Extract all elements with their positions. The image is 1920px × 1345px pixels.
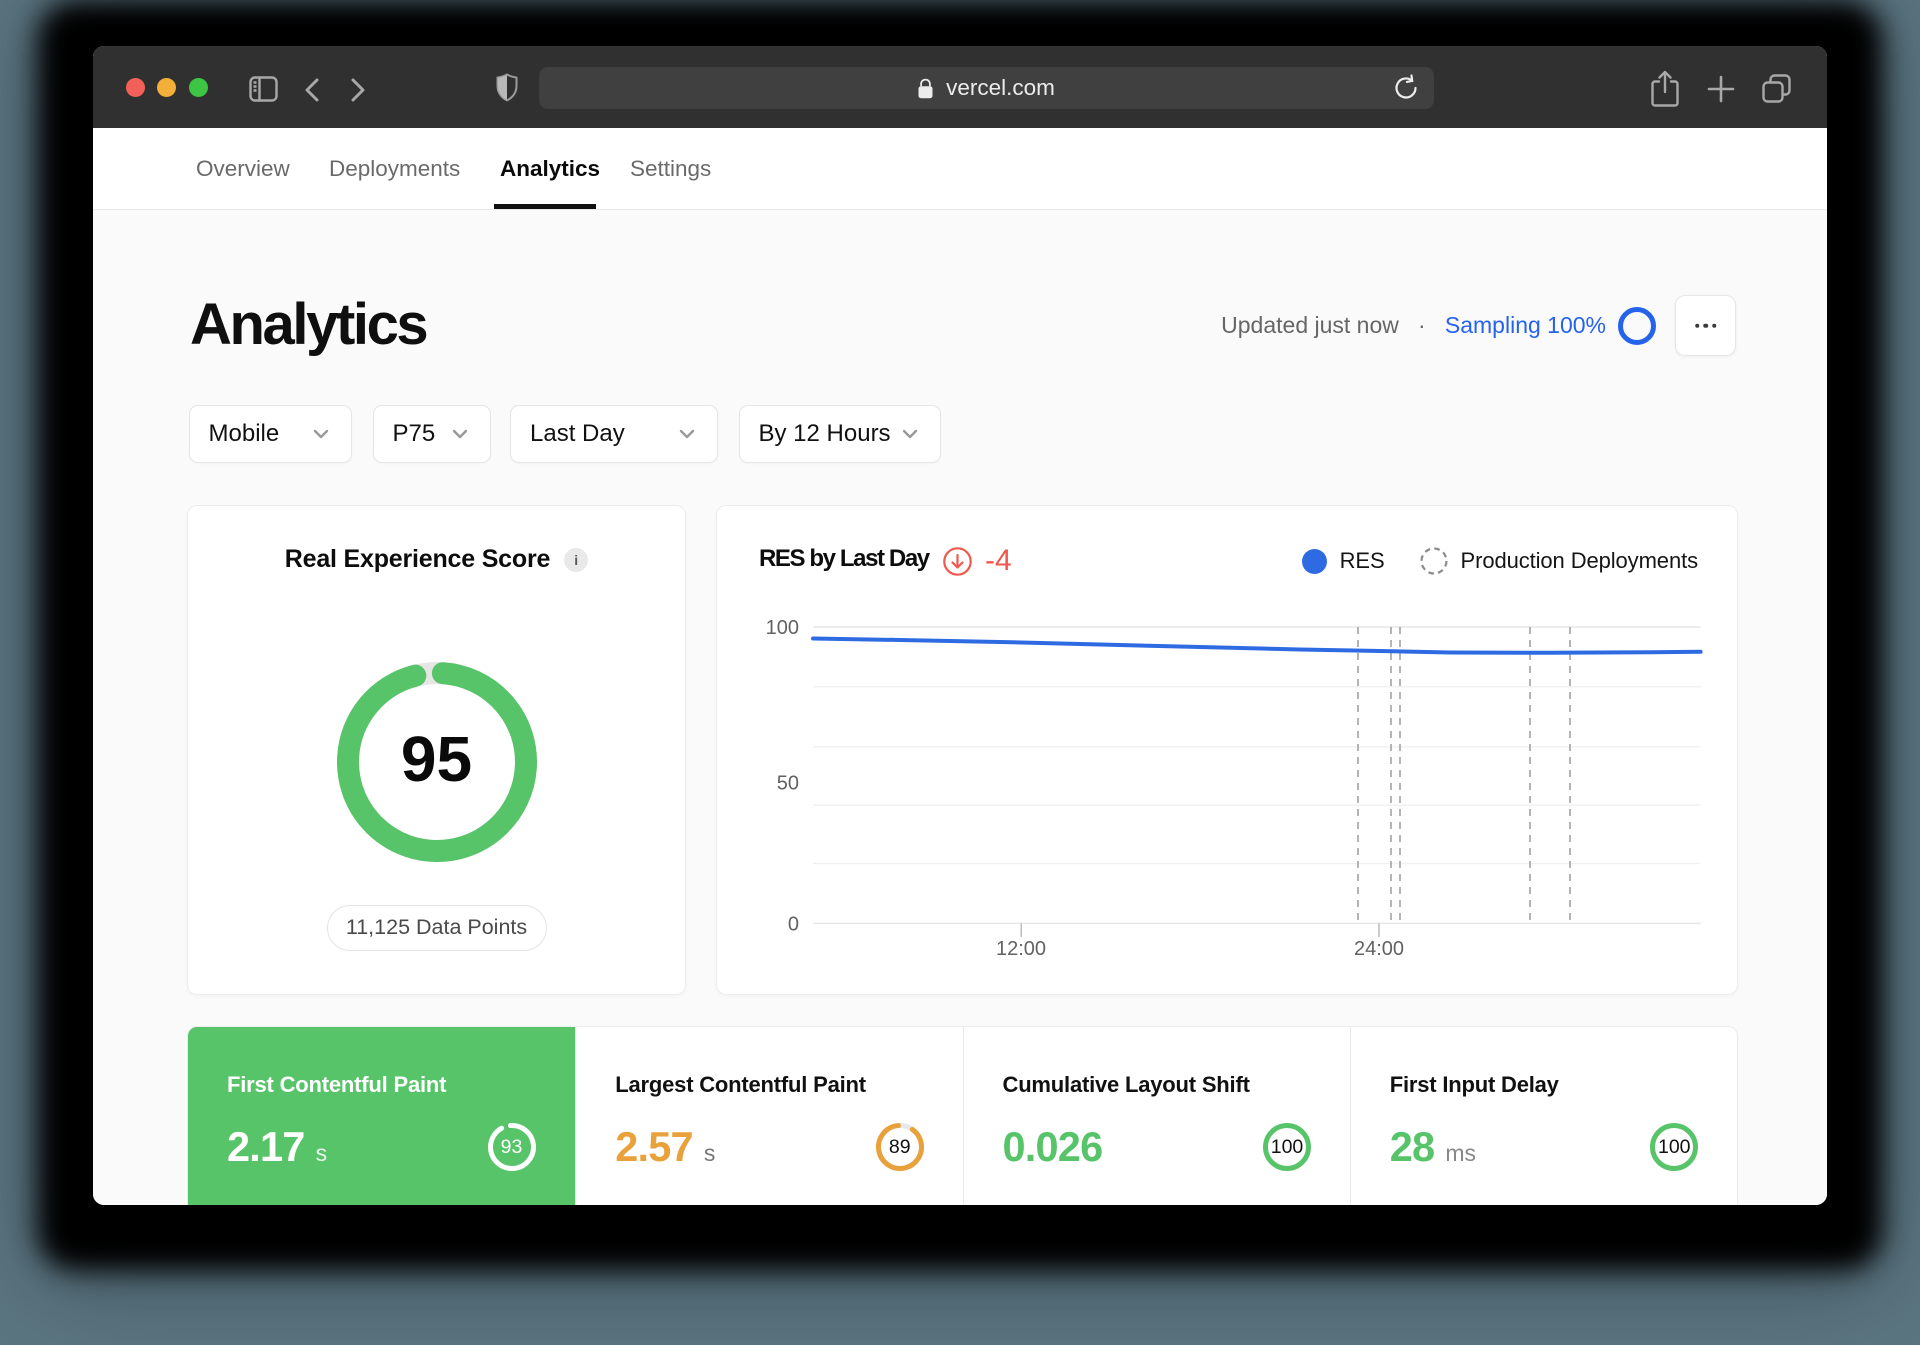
svg-text:0: 0 — [788, 914, 799, 936]
svg-text:12:00: 12:00 — [996, 938, 1046, 960]
svg-text:50: 50 — [777, 773, 799, 795]
svg-text:100: 100 — [766, 617, 799, 639]
svg-text:24:00: 24:00 — [1354, 938, 1404, 960]
